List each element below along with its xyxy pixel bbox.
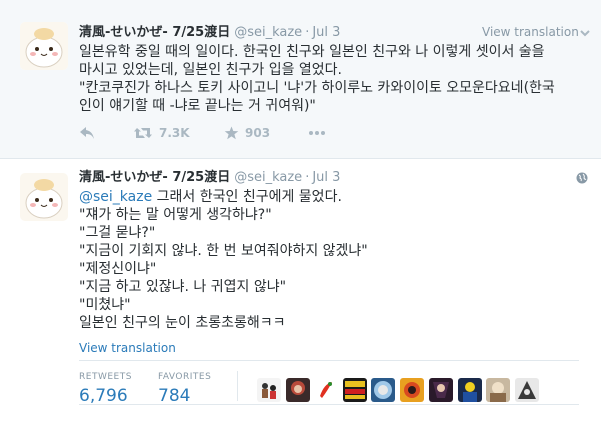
reply-button[interactable]	[79, 124, 95, 142]
favorite-icon	[224, 126, 239, 140]
tweet-header: 清風-せいかぜ- 7/25渡日 @sei_kaze · Jul 3	[79, 24, 340, 42]
favoriter-avatar[interactable]	[429, 378, 453, 402]
tweet-text-line: "미쳤냐"	[79, 297, 131, 313]
tweet-header: 清風-せいかぜ- 7/25渡日 @sei_kaze · Jul 3	[79, 169, 340, 187]
username[interactable]: @sei_kaze	[234, 25, 302, 40]
fullname[interactable]: 清風-せいかぜ- 7/25渡日	[79, 25, 230, 40]
more-actions-button[interactable]	[309, 124, 325, 142]
timestamp[interactable]: Jul 3	[312, 170, 340, 185]
retweet-button[interactable]: 7.3K	[133, 124, 190, 142]
tweet-text-line: "지금 하고 있잖냐. 나 귀엽지 않냐"	[79, 279, 287, 295]
tweet-text: 일본유학 중일 때의 일이다. 한국인 친구와 일본인 친구와 나 이렇게 셋이…	[79, 43, 579, 115]
more-icon[interactable]	[580, 28, 590, 38]
more-dots-icon	[309, 131, 325, 135]
tweet-text: @sei_kaze 그래서 한국인 친구에게 물었다. "쟤가 하는 말 어떻게…	[79, 188, 579, 332]
favorite-count: 903	[245, 126, 271, 140]
tweet-text-line: "칸코쿠진가 하나스 토키 사이고니 '냐'가 하이루노 카와이이토 오모운다요…	[79, 80, 555, 96]
tweet-text-line: 마시고 있었는데, 일본인 친구가 입을 열었다.	[79, 62, 342, 78]
favoriter-avatar[interactable]	[257, 378, 281, 402]
tweet-text-line: 일본유학 중일 때의 일이다. 한국인 친구와 일본인 친구와 나 이렇게 셋이…	[79, 44, 545, 60]
favoriter-avatar[interactable]	[286, 378, 310, 402]
tweet-text-line: 일본인 친구의 눈이 초롱초롱해ㅋㅋ	[79, 315, 286, 331]
globe-icon	[576, 172, 588, 184]
retweet-icon	[134, 128, 152, 138]
tweet-text-line: "그걸 묻냐?"	[79, 225, 156, 241]
tweet-1[interactable]: 清風-せいかぜ- 7/25渡日 @sei_kaze · Jul 3 View tran…	[0, 0, 601, 159]
separator-dot: ·	[305, 25, 310, 40]
favoriter-avatar[interactable]	[486, 378, 510, 402]
retweets-label: RETWEETS	[79, 372, 132, 382]
favoriter-avatar[interactable]	[400, 378, 424, 402]
mention-link[interactable]: @sei_kaze	[79, 189, 152, 205]
tweet-text-line: @sei_kaze 그래서 한국인 친구에게 물었다.	[79, 188, 579, 206]
reply-icon	[80, 127, 94, 139]
retweets-stat[interactable]: RETWEETS 6,796	[79, 371, 132, 407]
tweet-text-line: "쟤가 하는 말 어떻게 생각하냐?"	[79, 207, 272, 223]
view-translation-link[interactable]: View translation	[79, 340, 176, 356]
stats-separator	[237, 371, 238, 401]
favorites-label: FAVORITES	[158, 372, 212, 382]
favorites-stat[interactable]: FAVORITES 784	[158, 371, 211, 407]
username[interactable]: @sei_kaze	[234, 170, 302, 185]
timestamp[interactable]: Jul 3	[312, 25, 340, 40]
divider	[79, 404, 579, 405]
divider	[79, 360, 579, 361]
avatar[interactable]	[20, 22, 68, 70]
tweet-2[interactable]: 清風-せいかぜ- 7/25渡日 @sei_kaze · Jul 3 @sei_kaze…	[0, 159, 601, 445]
avatar[interactable]	[20, 173, 68, 221]
retweet-count: 7.3K	[159, 126, 190, 140]
favoriter-avatar[interactable]	[515, 378, 539, 402]
tweet-text-segment: 그래서 한국인 친구에게 물었다.	[152, 189, 342, 205]
favorite-button[interactable]: 903	[224, 124, 270, 142]
favoriter-avatar[interactable]	[371, 378, 395, 402]
view-translation-link[interactable]: View translation	[482, 24, 579, 40]
separator-dot: ·	[305, 170, 310, 185]
tweet-text-line: 인이 얘기할 때 -냐로 끝나는 거 귀여워)"	[79, 98, 316, 114]
fullname[interactable]: 清風-せいかぜ- 7/25渡日	[79, 170, 230, 185]
tweet-text-line: "제정신이냐"	[79, 261, 157, 277]
favoriter-avatar[interactable]	[314, 378, 338, 402]
tweet-text-line: "지금이 기회지 않냐. 한 번 보여줘야하지 않겠냐"	[79, 243, 368, 259]
favoriter-avatar[interactable]	[343, 378, 367, 402]
favoriter-avatar[interactable]	[458, 378, 482, 402]
